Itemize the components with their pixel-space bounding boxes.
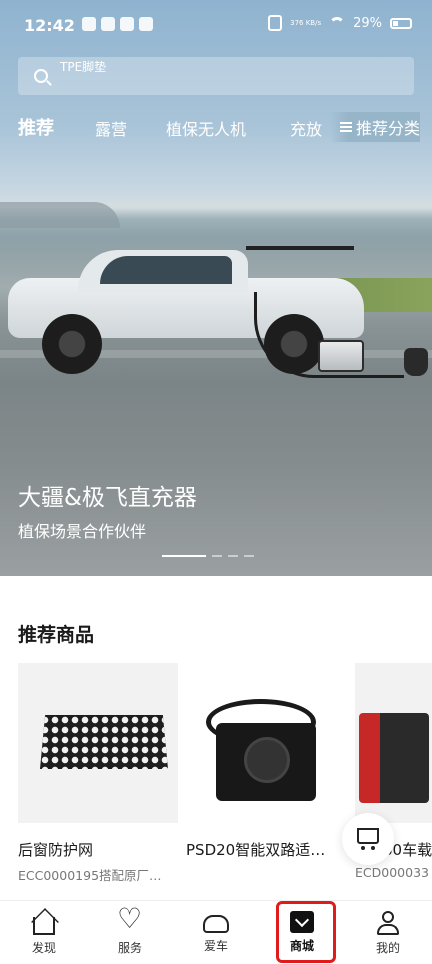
battery-percent: 29% — [353, 15, 382, 31]
tab-charging[interactable]: 充放 — [290, 116, 324, 140]
carousel-dot — [228, 555, 238, 557]
carousel-dot — [244, 555, 254, 557]
nav-label: 发现 — [31, 941, 56, 955]
nav-label: 爱车 — [203, 939, 228, 953]
banner-subtitle: 植保场景合作伙伴 — [18, 522, 147, 541]
search-placeholder: TPE脚垫 — [60, 60, 107, 74]
net-speed: 376 KB/s — [290, 19, 322, 27]
bottom-navigation: 发现 服务 爱车 商城 我的 — [0, 900, 432, 964]
wifi-icon — [329, 17, 346, 29]
product-card[interactable]: 80车载 ECD000033 — [355, 663, 432, 880]
heart-icon — [117, 905, 143, 935]
photo-notification-icon — [139, 17, 153, 31]
product-card[interactable]: PSD20智能双路适… — [186, 663, 346, 859]
carousel-indicator — [162, 555, 254, 557]
active-tab-highlight — [276, 901, 336, 963]
nav-label: 服务 — [117, 941, 142, 955]
nav-service[interactable]: 服务 — [100, 905, 160, 956]
product-image — [355, 663, 432, 823]
hero-banner[interactable]: 12:42 376 KB/s 29% TPE脚垫 推荐 露营 植保无人机 充放 … — [0, 0, 432, 576]
nav-label: 我的 — [375, 941, 400, 955]
user-icon — [375, 911, 401, 935]
category-menu-button[interactable]: 推荐分类 — [329, 112, 420, 142]
notification-icons — [82, 17, 153, 31]
cart-icon — [357, 828, 379, 850]
product-name: PSD20智能双路适… — [186, 841, 326, 859]
nav-discover[interactable]: 发现 — [14, 911, 74, 956]
carousel-dot — [212, 555, 222, 557]
tab-camping[interactable]: 露营 — [95, 116, 127, 140]
category-menu-label: 推荐分类 — [355, 119, 420, 138]
product-image — [18, 663, 178, 823]
product-code: ECD000033 — [355, 865, 429, 880]
product-name: 后窗防护网 — [18, 841, 94, 859]
menu-icon — [339, 122, 352, 132]
car-icon — [203, 915, 229, 933]
product-code: ECC0000195搭配原厂… — [18, 868, 162, 883]
product-image — [186, 663, 346, 823]
nav-my-car[interactable]: 爱车 — [186, 911, 246, 954]
status-time: 12:42 — [24, 16, 75, 35]
vibrate-icon — [268, 15, 283, 31]
charger-plug-image — [404, 348, 428, 376]
section-title: 推荐商品 — [18, 624, 95, 646]
cart-button[interactable] — [342, 813, 394, 865]
search-icon — [34, 69, 48, 83]
category-tabs: 推荐 露营 植保无人机 充放 推荐分类 — [0, 112, 432, 142]
battery-icon — [390, 17, 412, 29]
status-bar: 12:42 376 KB/s 29% — [0, 0, 432, 50]
chat-notification-icon — [120, 17, 134, 31]
background-hill — [0, 202, 120, 228]
search-bar[interactable]: TPE脚垫 — [18, 57, 414, 95]
mail-notification-icon — [101, 17, 115, 31]
product-card[interactable]: 后窗防护网 ECC0000195搭配原厂… — [18, 663, 178, 883]
carousel-dot-active — [162, 555, 206, 557]
nav-profile[interactable]: 我的 — [358, 911, 418, 956]
home-icon — [33, 917, 55, 935]
tab-drone[interactable]: 植保无人机 — [166, 116, 246, 140]
charger-box-image — [318, 340, 364, 372]
tab-recommend[interactable]: 推荐 — [18, 114, 54, 140]
banner-title: 大疆&极飞直充器 — [18, 485, 197, 511]
app-notification-icon — [82, 17, 96, 31]
